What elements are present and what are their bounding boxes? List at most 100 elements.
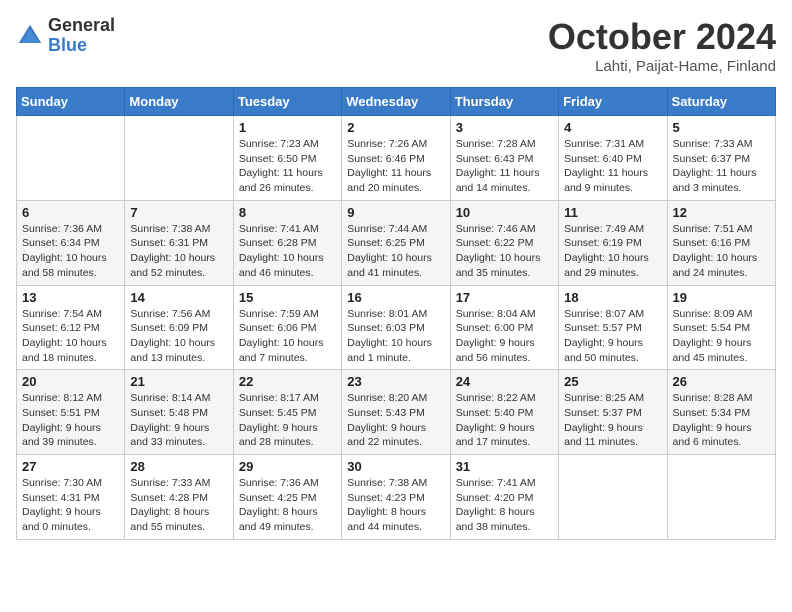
week-row-1: 1 Sunrise: 7:23 AM Sunset: 6:50 PM Daylig… — [17, 116, 776, 201]
day-number: 18 — [564, 290, 661, 305]
day-number: 3 — [456, 120, 553, 135]
calendar-cell: 2 Sunrise: 7:26 AM Sunset: 6:46 PM Daylig… — [342, 116, 450, 201]
logo-icon — [16, 22, 44, 50]
calendar-cell: 22 Sunrise: 8:17 AM Sunset: 5:45 PM Dayli… — [233, 370, 341, 455]
day-info: Sunrise: 7:33 AM Sunset: 6:37 PM Dayligh… — [673, 137, 770, 196]
day-info: Sunrise: 7:59 AM Sunset: 6:06 PM Dayligh… — [239, 307, 336, 366]
day-info: Sunrise: 7:30 AM Sunset: 4:31 PM Dayligh… — [22, 476, 119, 535]
calendar-cell: 31Sunrise: 7:41 AM Sunset: 4:20 PM Dayli… — [450, 455, 558, 540]
day-info: Sunrise: 8:17 AM Sunset: 5:45 PM Dayligh… — [239, 391, 336, 450]
header: General Blue October 2024 Lahti, Paijat-… — [16, 16, 776, 75]
day-info: Sunrise: 8:09 AM Sunset: 5:54 PM Dayligh… — [673, 307, 770, 366]
day-info: Sunrise: 7:44 AM Sunset: 6:25 PM Dayligh… — [347, 222, 444, 281]
week-row-4: 20 Sunrise: 8:12 AM Sunset: 5:51 PM Dayli… — [17, 370, 776, 455]
calendar-cell: 21Sunrise: 8:14 AM Sunset: 5:48 PM Dayli… — [125, 370, 233, 455]
day-info: Sunrise: 7:36 AM Sunset: 4:25 PM Dayligh… — [239, 476, 336, 535]
calendar-cell: 6Sunrise: 7:36 AM Sunset: 6:34 PM Daylig… — [17, 200, 125, 285]
weekday-header-friday: Friday — [559, 88, 667, 116]
calendar-cell: 19Sunrise: 8:09 AM Sunset: 5:54 PM Dayli… — [667, 285, 775, 370]
day-info: Sunrise: 8:28 AM Sunset: 5:34 PM Dayligh… — [673, 391, 770, 450]
calendar-cell: 28 Sunrise: 7:33 AM Sunset: 4:28 PM Dayli… — [125, 455, 233, 540]
day-info: Sunrise: 7:38 AM Sunset: 4:23 PM Dayligh… — [347, 476, 444, 535]
day-info: Sunrise: 8:22 AM Sunset: 5:40 PM Dayligh… — [456, 391, 553, 450]
day-info: Sunrise: 7:51 AM Sunset: 6:16 PM Dayligh… — [673, 222, 770, 281]
logo-blue: Blue — [48, 35, 87, 55]
location-title: Lahti, Paijat-Hame, Finland — [548, 58, 776, 75]
calendar-cell: 8Sunrise: 7:41 AM Sunset: 6:28 PM Daylig… — [233, 200, 341, 285]
day-number: 22 — [239, 374, 336, 389]
day-number: 1 — [239, 120, 336, 135]
day-number: 16 — [347, 290, 444, 305]
weekday-header-saturday: Saturday — [667, 88, 775, 116]
weekday-header-wednesday: Wednesday — [342, 88, 450, 116]
calendar-cell: 1 Sunrise: 7:23 AM Sunset: 6:50 PM Daylig… — [233, 116, 341, 201]
day-number: 4 — [564, 120, 661, 135]
day-number: 2 — [347, 120, 444, 135]
day-info: Sunrise: 8:04 AM Sunset: 6:00 PM Dayligh… — [456, 307, 553, 366]
calendar-cell: 11 Sunrise: 7:49 AM Sunset: 6:19 PM Dayli… — [559, 200, 667, 285]
calendar-cell: 3 Sunrise: 7:28 AM Sunset: 6:43 PM Daylig… — [450, 116, 558, 201]
calendar-cell: 4 Sunrise: 7:31 AM Sunset: 6:40 PM Daylig… — [559, 116, 667, 201]
day-number: 14 — [130, 290, 227, 305]
calendar-body: 1 Sunrise: 7:23 AM Sunset: 6:50 PM Daylig… — [17, 116, 776, 540]
calendar-cell: 7Sunrise: 7:38 AM Sunset: 6:31 PM Daylig… — [125, 200, 233, 285]
calendar-cell — [125, 116, 233, 201]
day-info: Sunrise: 7:23 AM Sunset: 6:50 PM Dayligh… — [239, 137, 336, 196]
day-number: 23 — [347, 374, 444, 389]
calendar-cell: 12Sunrise: 7:51 AM Sunset: 6:16 PM Dayli… — [667, 200, 775, 285]
day-number: 10 — [456, 205, 553, 220]
day-number: 17 — [456, 290, 553, 305]
day-number: 24 — [456, 374, 553, 389]
day-info: Sunrise: 7:28 AM Sunset: 6:43 PM Dayligh… — [456, 137, 553, 196]
week-row-5: 27 Sunrise: 7:30 AM Sunset: 4:31 PM Dayli… — [17, 455, 776, 540]
day-number: 28 — [130, 459, 227, 474]
day-info: Sunrise: 7:46 AM Sunset: 6:22 PM Dayligh… — [456, 222, 553, 281]
logo: General Blue — [16, 16, 115, 56]
calendar-cell: 18 Sunrise: 8:07 AM Sunset: 5:57 PM Dayli… — [559, 285, 667, 370]
day-number: 5 — [673, 120, 770, 135]
day-number: 8 — [239, 205, 336, 220]
day-info: Sunrise: 8:07 AM Sunset: 5:57 PM Dayligh… — [564, 307, 661, 366]
weekday-header-row: SundayMondayTuesdayWednesdayThursdayFrid… — [17, 88, 776, 116]
weekday-header-monday: Monday — [125, 88, 233, 116]
day-info: Sunrise: 7:31 AM Sunset: 6:40 PM Dayligh… — [564, 137, 661, 196]
calendar-cell: 30 Sunrise: 7:38 AM Sunset: 4:23 PM Dayli… — [342, 455, 450, 540]
day-info: Sunrise: 7:26 AM Sunset: 6:46 PM Dayligh… — [347, 137, 444, 196]
calendar-cell: 14Sunrise: 7:56 AM Sunset: 6:09 PM Dayli… — [125, 285, 233, 370]
weekday-header-tuesday: Tuesday — [233, 88, 341, 116]
day-info: Sunrise: 7:49 AM Sunset: 6:19 PM Dayligh… — [564, 222, 661, 281]
day-number: 11 — [564, 205, 661, 220]
day-info: Sunrise: 8:01 AM Sunset: 6:03 PM Dayligh… — [347, 307, 444, 366]
calendar-cell: 9 Sunrise: 7:44 AM Sunset: 6:25 PM Daylig… — [342, 200, 450, 285]
calendar-cell: 16 Sunrise: 8:01 AM Sunset: 6:03 PM Dayli… — [342, 285, 450, 370]
day-number: 6 — [22, 205, 119, 220]
day-number: 30 — [347, 459, 444, 474]
calendar-cell: 13Sunrise: 7:54 AM Sunset: 6:12 PM Dayli… — [17, 285, 125, 370]
calendar-cell: 23Sunrise: 8:20 AM Sunset: 5:43 PM Dayli… — [342, 370, 450, 455]
calendar-cell — [17, 116, 125, 201]
day-number: 25 — [564, 374, 661, 389]
day-info: Sunrise: 7:41 AM Sunset: 4:20 PM Dayligh… — [456, 476, 553, 535]
day-info: Sunrise: 8:25 AM Sunset: 5:37 PM Dayligh… — [564, 391, 661, 450]
logo-general: General — [48, 16, 115, 36]
calendar-cell — [559, 455, 667, 540]
day-info: Sunrise: 8:12 AM Sunset: 5:51 PM Dayligh… — [22, 391, 119, 450]
day-number: 9 — [347, 205, 444, 220]
day-info: Sunrise: 7:33 AM Sunset: 4:28 PM Dayligh… — [130, 476, 227, 535]
calendar-table: SundayMondayTuesdayWednesdayThursdayFrid… — [16, 87, 776, 540]
calendar-cell: 25 Sunrise: 8:25 AM Sunset: 5:37 PM Dayli… — [559, 370, 667, 455]
day-number: 29 — [239, 459, 336, 474]
calendar-cell: 24 Sunrise: 8:22 AM Sunset: 5:40 PM Dayli… — [450, 370, 558, 455]
day-number: 20 — [22, 374, 119, 389]
day-info: Sunrise: 8:14 AM Sunset: 5:48 PM Dayligh… — [130, 391, 227, 450]
day-number: 15 — [239, 290, 336, 305]
calendar-cell: 15 Sunrise: 7:59 AM Sunset: 6:06 PM Dayli… — [233, 285, 341, 370]
weekday-header-sunday: Sunday — [17, 88, 125, 116]
calendar-cell: 5 Sunrise: 7:33 AM Sunset: 6:37 PM Daylig… — [667, 116, 775, 201]
day-number: 27 — [22, 459, 119, 474]
day-number: 13 — [22, 290, 119, 305]
day-number: 26 — [673, 374, 770, 389]
calendar-cell: 29 Sunrise: 7:36 AM Sunset: 4:25 PM Dayli… — [233, 455, 341, 540]
calendar-cell: 26 Sunrise: 8:28 AM Sunset: 5:34 PM Dayli… — [667, 370, 775, 455]
month-title: October 2024 — [548, 16, 776, 58]
